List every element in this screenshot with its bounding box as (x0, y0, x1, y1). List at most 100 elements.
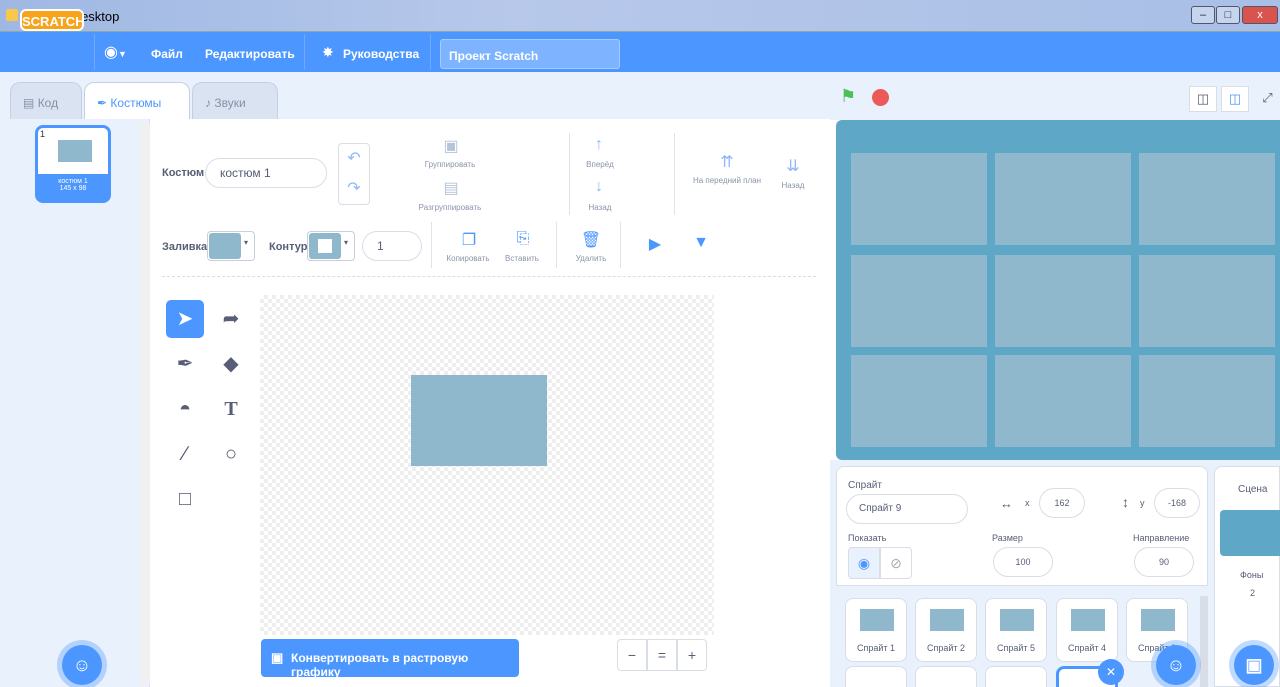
tab-sounds[interactable]: ♪ Звуки (192, 82, 278, 120)
copy-icon[interactable]: ❐ (458, 230, 480, 250)
stage-sprite-tile[interactable] (851, 153, 987, 245)
tab-costumes[interactable]: ✒ Костюмы (84, 82, 190, 120)
undo-icon[interactable]: ↶ (343, 148, 365, 168)
stage-sprite-tile[interactable] (851, 255, 987, 347)
costume-list-scrollbar[interactable] (140, 123, 150, 685)
backdrops-count: 2 (1250, 588, 1256, 598)
menu-divider (304, 34, 305, 70)
delete-sprite-icon[interactable]: ✕ (1098, 659, 1124, 685)
eraser-tool-icon[interactable]: ◆ (212, 345, 250, 383)
stage-sprite-tile[interactable] (1139, 153, 1275, 245)
stage-sprite-tile[interactable] (995, 153, 1131, 245)
stage-thumbnail[interactable] (1220, 510, 1280, 556)
text-tool-icon[interactable]: T (212, 390, 250, 428)
stage-sprite-tile[interactable] (1139, 355, 1275, 447)
y-position-input[interactable]: -168 (1154, 488, 1200, 518)
close-window-button[interactable]: x (1242, 6, 1278, 24)
backward-label: Назад (588, 203, 612, 212)
group-label: Группировать (424, 160, 476, 169)
menu-file[interactable]: Файл (151, 47, 183, 61)
green-flag-icon[interactable]: ⚑ (840, 86, 856, 107)
stage-sprite-tile[interactable] (995, 255, 1131, 347)
sprite-tile[interactable]: Спрайт 2 (915, 598, 977, 662)
fill-tool-icon[interactable]: ◓ (166, 390, 204, 428)
zoom-reset-button[interactable]: = (647, 639, 677, 671)
forward-icon[interactable]: ↑ (588, 136, 610, 156)
tab-sounds-label: Звуки (214, 96, 246, 110)
sprite-tile[interactable] (845, 666, 907, 687)
menu-bar (0, 32, 1280, 72)
menu-divider (94, 34, 95, 70)
redo-icon[interactable]: ↷ (343, 178, 365, 198)
project-title-input[interactable]: Проект Scratch (440, 39, 620, 69)
outline-color-picker[interactable]: ▾ (307, 231, 355, 261)
add-backdrop-button[interactable]: ▣ (1234, 645, 1274, 685)
ungroup-icon[interactable]: ▤ (440, 178, 462, 198)
zoom-out-button[interactable]: − (617, 639, 647, 671)
sprite-name-input[interactable]: Спрайт 9 (846, 494, 968, 524)
fill-color-picker[interactable]: ▾ (207, 231, 255, 261)
tab-code-label: Код (37, 96, 59, 110)
front-icon[interactable]: ⇈ (716, 152, 738, 172)
sprite-tile[interactable]: Спрайт 1 (845, 598, 907, 662)
costume-caption: костюм 1 145 x 98 (38, 174, 108, 200)
stage-sprite-tile[interactable] (995, 355, 1131, 447)
line-tool-icon[interactable]: ∕ (166, 435, 204, 473)
back-icon[interactable]: ⇊ (782, 156, 804, 176)
flip-vertical-icon[interactable]: ▼ (690, 234, 712, 254)
fill-label: Заливка (162, 241, 208, 253)
stage-sprite-tile[interactable] (851, 355, 987, 447)
canvas-rectangle-shape[interactable] (411, 375, 547, 466)
sprite-tile[interactable]: Спрайт 5 (985, 598, 1047, 662)
costume-index: 1 (40, 129, 46, 139)
minimize-button[interactable]: – (1191, 6, 1215, 24)
reshape-tool-icon[interactable]: ➦ (212, 300, 250, 338)
brush-tool-icon[interactable]: ✒ (166, 345, 204, 383)
trash-icon[interactable]: 🗑 (580, 230, 602, 250)
globe-icon[interactable]: ◉▼ (104, 42, 138, 64)
circle-tool-icon[interactable]: ○ (212, 435, 250, 473)
show-visible-icon[interactable]: ◉ (848, 547, 880, 579)
scratch-logo[interactable]: SCRATCH (20, 9, 85, 31)
add-costume-button[interactable]: ☺ (62, 645, 102, 685)
sprite-tile-name: Спрайт 2 (926, 643, 966, 653)
backward-icon[interactable]: ↓ (588, 178, 610, 198)
hide-icon[interactable]: ⊘ (880, 547, 912, 579)
x-label: x (1025, 498, 1030, 508)
stop-icon[interactable] (872, 89, 889, 106)
normal-stage-icon[interactable]: ◫ (1221, 86, 1249, 112)
toolbar-divider (620, 222, 621, 268)
x-arrows-icon: ↔ (1000, 496, 1013, 511)
sprite-list-scrollbar[interactable] (1200, 596, 1208, 687)
rectangle-tool-icon[interactable]: □ (166, 480, 204, 518)
menu-tutorials[interactable]: Руководства (343, 47, 419, 61)
sprite-label: Спрайт (848, 480, 882, 491)
direction-label: Направление (1133, 533, 1190, 543)
outline-label: Контур (269, 241, 308, 253)
maximize-button[interactable]: □ (1216, 6, 1240, 24)
select-tool-icon[interactable]: ➤ (166, 300, 204, 338)
sprite-tile[interactable] (915, 666, 977, 687)
small-stage-icon[interactable]: ◫ (1189, 86, 1217, 112)
costume-thumbnail[interactable]: 1 костюм 1 145 x 98 (35, 125, 111, 203)
size-input[interactable]: 100 (993, 547, 1053, 577)
outline-width-input[interactable]: 1 (362, 231, 422, 261)
x-position-input[interactable]: 162 (1039, 488, 1085, 518)
costume-name: костюм 1 (58, 178, 88, 185)
add-sprite-button[interactable]: ☺ (1156, 645, 1196, 685)
sprite-tile[interactable] (985, 666, 1047, 687)
costume-name-input[interactable]: костюм 1 (205, 158, 327, 188)
paste-icon[interactable]: ⎘ (512, 230, 534, 250)
flip-horizontal-icon[interactable]: ▶ (644, 234, 666, 254)
app-icon (6, 9, 18, 21)
backdrops-label: Фоны (1240, 570, 1264, 580)
tab-code[interactable]: ▤ Код (10, 82, 82, 120)
fullscreen-icon[interactable]: ⤢ (1255, 86, 1280, 112)
convert-to-bitmap-button[interactable]: ▣ Конвертировать в растровую графику (261, 639, 519, 679)
stage-sprite-tile[interactable] (1139, 255, 1275, 347)
zoom-in-button[interactable]: + (677, 639, 707, 671)
direction-input[interactable]: 90 (1134, 547, 1194, 577)
group-icon[interactable]: ▣ (440, 136, 462, 156)
menu-edit[interactable]: Редактировать (205, 47, 295, 61)
sprite-tile[interactable]: Спрайт 4 (1056, 598, 1118, 662)
